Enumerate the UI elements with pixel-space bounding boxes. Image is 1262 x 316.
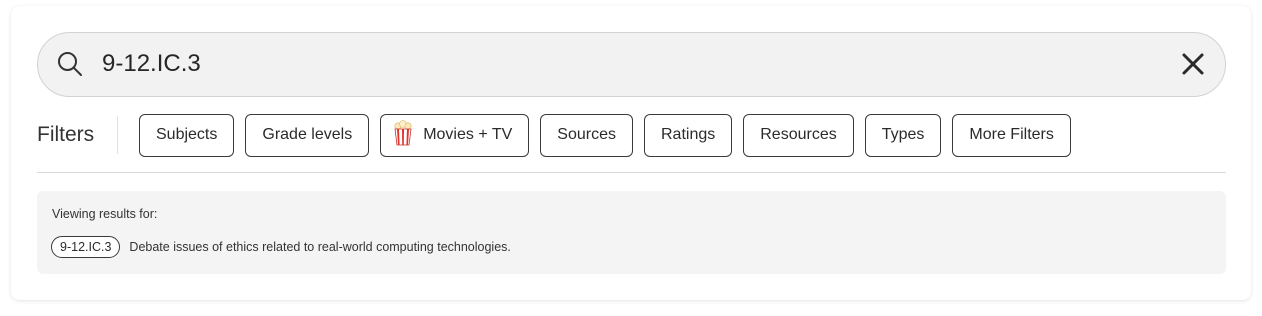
clear-search-button[interactable]	[1179, 50, 1207, 78]
filter-resources-button[interactable]: Resources	[743, 113, 854, 157]
popcorn-icon	[393, 119, 413, 151]
filters-label: Filters	[37, 123, 95, 146]
filter-ratings-button[interactable]: Ratings	[643, 113, 733, 157]
filter-subjects-button[interactable]: Subjects	[139, 113, 235, 157]
standard-description: Debate issues of ethics related to real-…	[129, 240, 511, 254]
filter-sources-button[interactable]: Sources	[540, 113, 633, 157]
filter-chip-label: Resources	[760, 126, 837, 143]
filter-chip-label: Movies + TV	[423, 126, 513, 143]
results-summary: Viewing results for: 9-12.IC.3 Debate is…	[37, 191, 1226, 274]
filter-grade-levels-button[interactable]: Grade levels	[245, 113, 370, 157]
standard-code-badge[interactable]: 9-12.IC.3	[51, 236, 121, 258]
filters-row: Filters Subjects Grade levels Movies + T…	[37, 113, 1226, 157]
filter-chip-label: More Filters	[969, 126, 1054, 143]
more-filters-button[interactable]: More Filters	[952, 113, 1071, 157]
filter-types-button[interactable]: Types	[864, 113, 942, 157]
search-panel: Filters Subjects Grade levels Movies + T…	[11, 6, 1251, 300]
filter-chip-label: Types	[881, 126, 925, 143]
filter-chip-label: Ratings	[660, 126, 716, 143]
search-input[interactable]	[102, 33, 1142, 95]
close-icon	[1182, 53, 1204, 75]
viewing-results-heading: Viewing results for:	[52, 207, 158, 221]
search-icon	[56, 50, 84, 78]
filter-chip-label: Sources	[557, 126, 616, 143]
filter-movies-tv-button[interactable]: Movies + TV	[380, 113, 530, 157]
filter-chip-label: Grade levels	[262, 126, 353, 143]
search-bar	[37, 32, 1226, 97]
section-divider	[37, 172, 1226, 173]
standard-row: 9-12.IC.3 Debate issues of ethics relate…	[51, 236, 511, 258]
filters-divider	[117, 116, 118, 154]
filter-chip-label: Subjects	[156, 126, 218, 143]
